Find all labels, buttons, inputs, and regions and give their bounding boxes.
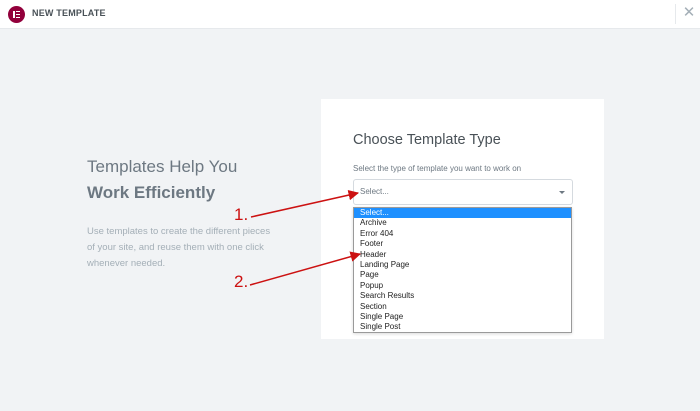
intro-headline-line2: Work Efficiently (87, 183, 216, 202)
dropdown-option[interactable]: Error 404 (354, 229, 571, 239)
dropdown-option[interactable]: Section (354, 302, 571, 312)
dropdown-option[interactable]: Single Page (354, 312, 571, 322)
header-divider (675, 4, 676, 24)
dropdown-option[interactable]: Select... (354, 208, 571, 219)
annotation-step-1: 1. (234, 205, 249, 224)
template-type-select[interactable]: Select... (353, 179, 573, 205)
chevron-down-icon (559, 191, 565, 194)
form-title: Choose Template Type (353, 132, 501, 148)
dropdown-option[interactable]: Page (354, 270, 571, 280)
dropdown-option[interactable]: Landing Page (354, 260, 571, 270)
dropdown-option[interactable]: Archive (354, 218, 571, 228)
modal-title: NEW TEMPLATE (32, 8, 106, 18)
intro-description: Use templates to create the different pi… (87, 226, 271, 269)
close-icon[interactable]: ✕ (682, 3, 696, 23)
intro-headline-line1: Templates Help You (87, 157, 238, 176)
dropdown-option[interactable]: Footer (354, 239, 571, 249)
template-type-label: Select the type of template you want to … (353, 164, 522, 173)
top-bar: NEW TEMPLATE ✕ (0, 0, 700, 29)
dropdown-option[interactable]: Search Results (354, 291, 571, 301)
dropdown-option[interactable]: Header (354, 250, 571, 260)
template-type-dropdown[interactable]: Select... Archive Error 404 Footer Heade… (353, 207, 572, 333)
annotation-step-2: 2. (234, 272, 249, 291)
dropdown-option[interactable]: Single Post (354, 322, 571, 332)
dropdown-option[interactable]: Popup (354, 281, 571, 291)
select-current-value: Select... (360, 187, 389, 196)
elementor-logo-icon (8, 6, 25, 23)
